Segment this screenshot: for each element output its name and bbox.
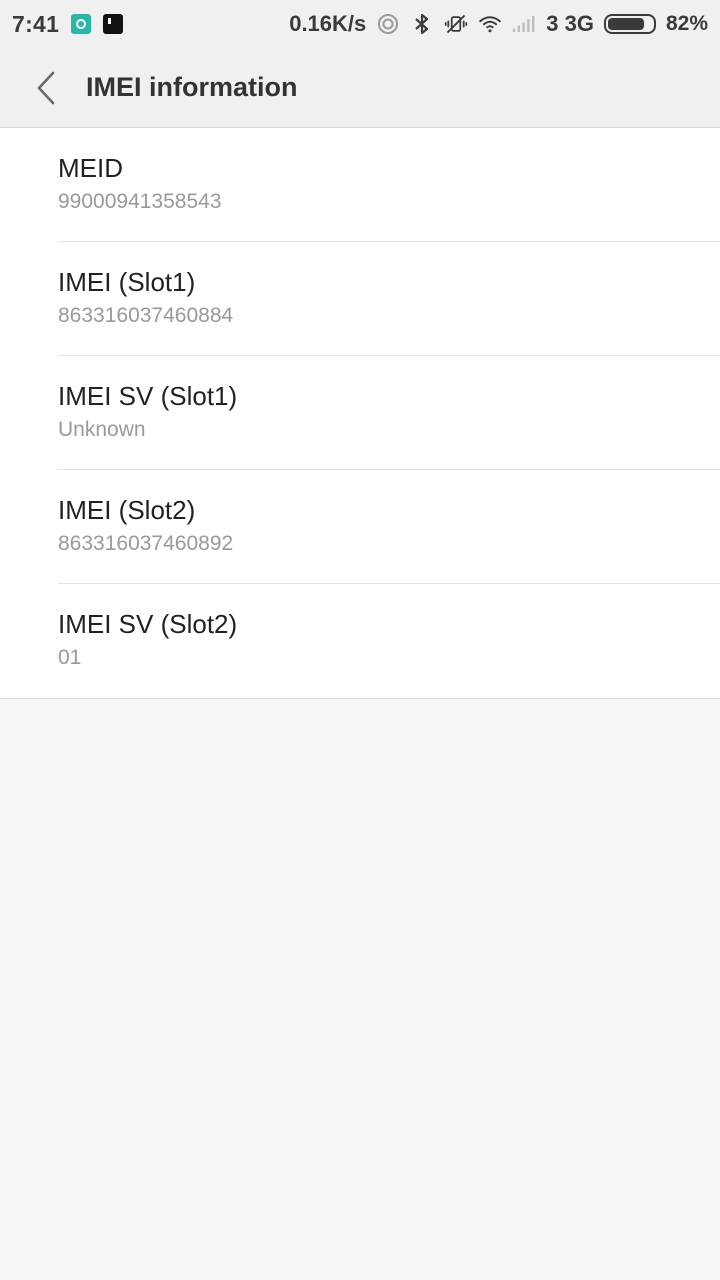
battery-icon bbox=[603, 14, 656, 34]
back-arrow-icon bbox=[37, 71, 55, 104]
signal-icon bbox=[512, 12, 536, 36]
list-item-value: 01 bbox=[58, 646, 82, 669]
status-bar: 7:41 0.16K/s 3 3G 82% bbox=[0, 0, 720, 48]
app-notification-icon bbox=[71, 14, 92, 34]
hotspot-icon bbox=[376, 12, 400, 36]
list-item-meid[interactable]: MEID 99000941358543 bbox=[58, 128, 720, 242]
list-item-label: IMEI SV (Slot1) bbox=[58, 380, 238, 411]
title-bar: IMEI information bbox=[0, 48, 720, 128]
list-item-value: 863316037460884 bbox=[58, 303, 234, 327]
vibrate-off-icon bbox=[444, 12, 468, 36]
status-time: 7:41 bbox=[12, 10, 60, 37]
list-item-imei-sv-slot1[interactable]: IMEI SV (Slot1) Unknown bbox=[58, 356, 720, 470]
battery-level bbox=[607, 18, 645, 30]
back-button[interactable] bbox=[16, 58, 76, 118]
app-notification-icon bbox=[103, 14, 124, 34]
network-type: 3 3G bbox=[546, 11, 594, 36]
wifi-icon bbox=[478, 12, 502, 36]
list-item-label: IMEI SV (Slot2) bbox=[58, 609, 238, 639]
list-item-imei-sv-slot2[interactable]: IMEI SV (Slot2) 01 bbox=[58, 584, 720, 698]
list-item-label: IMEI (Slot1) bbox=[58, 266, 196, 297]
list-item-value: 863316037460892 bbox=[58, 531, 234, 555]
page-title: IMEI information bbox=[86, 72, 298, 102]
list-item-imei-slot2[interactable]: IMEI (Slot2) 863316037460892 bbox=[58, 470, 720, 584]
net-speed: 0.16K/s bbox=[289, 11, 367, 36]
battery-percent: 82% bbox=[665, 12, 708, 35]
bluetooth-icon bbox=[410, 12, 434, 36]
imei-list: MEID 99000941358543 IMEI (Slot1) 8633160… bbox=[0, 128, 720, 699]
list-item-label: IMEI (Slot2) bbox=[58, 494, 196, 525]
list-item-imei-slot1[interactable]: IMEI (Slot1) 863316037460884 bbox=[58, 242, 720, 356]
list-item-value: 99000941358543 bbox=[58, 189, 222, 213]
list-item-value: Unknown bbox=[58, 417, 146, 441]
list-item-label: MEID bbox=[58, 152, 123, 183]
